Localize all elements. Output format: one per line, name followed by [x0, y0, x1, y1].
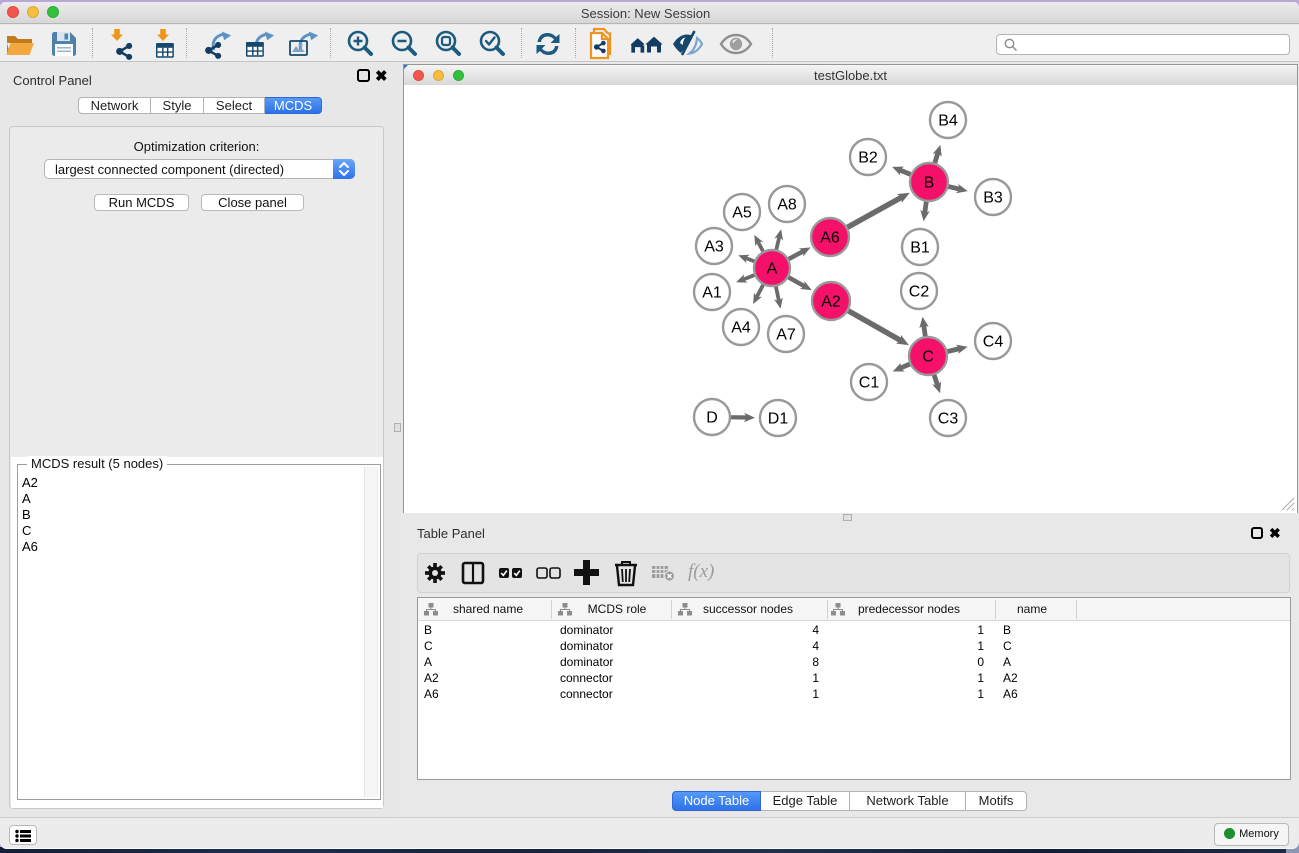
svg-text:A8: A8 — [777, 197, 797, 214]
svg-text:D1: D1 — [768, 411, 789, 428]
svg-text:B4: B4 — [938, 113, 958, 130]
svg-text:C: C — [922, 349, 934, 366]
svg-text:A3: A3 — [704, 239, 724, 256]
svg-text:C1: C1 — [859, 375, 880, 392]
svg-text:A6: A6 — [820, 230, 840, 247]
svg-text:D: D — [706, 410, 718, 427]
svg-text:A7: A7 — [776, 327, 796, 344]
svg-text:B: B — [924, 175, 935, 192]
svg-text:A5: A5 — [732, 205, 752, 222]
svg-text:C4: C4 — [983, 334, 1004, 351]
svg-text:A2: A2 — [821, 294, 841, 311]
svg-text:A4: A4 — [731, 320, 751, 337]
svg-text:A1: A1 — [702, 285, 722, 302]
svg-text:C3: C3 — [938, 411, 959, 428]
svg-text:B2: B2 — [858, 150, 878, 167]
svg-text:C2: C2 — [909, 284, 930, 301]
svg-text:B3: B3 — [983, 190, 1003, 207]
svg-text:B1: B1 — [910, 240, 930, 257]
svg-text:A: A — [767, 261, 778, 278]
